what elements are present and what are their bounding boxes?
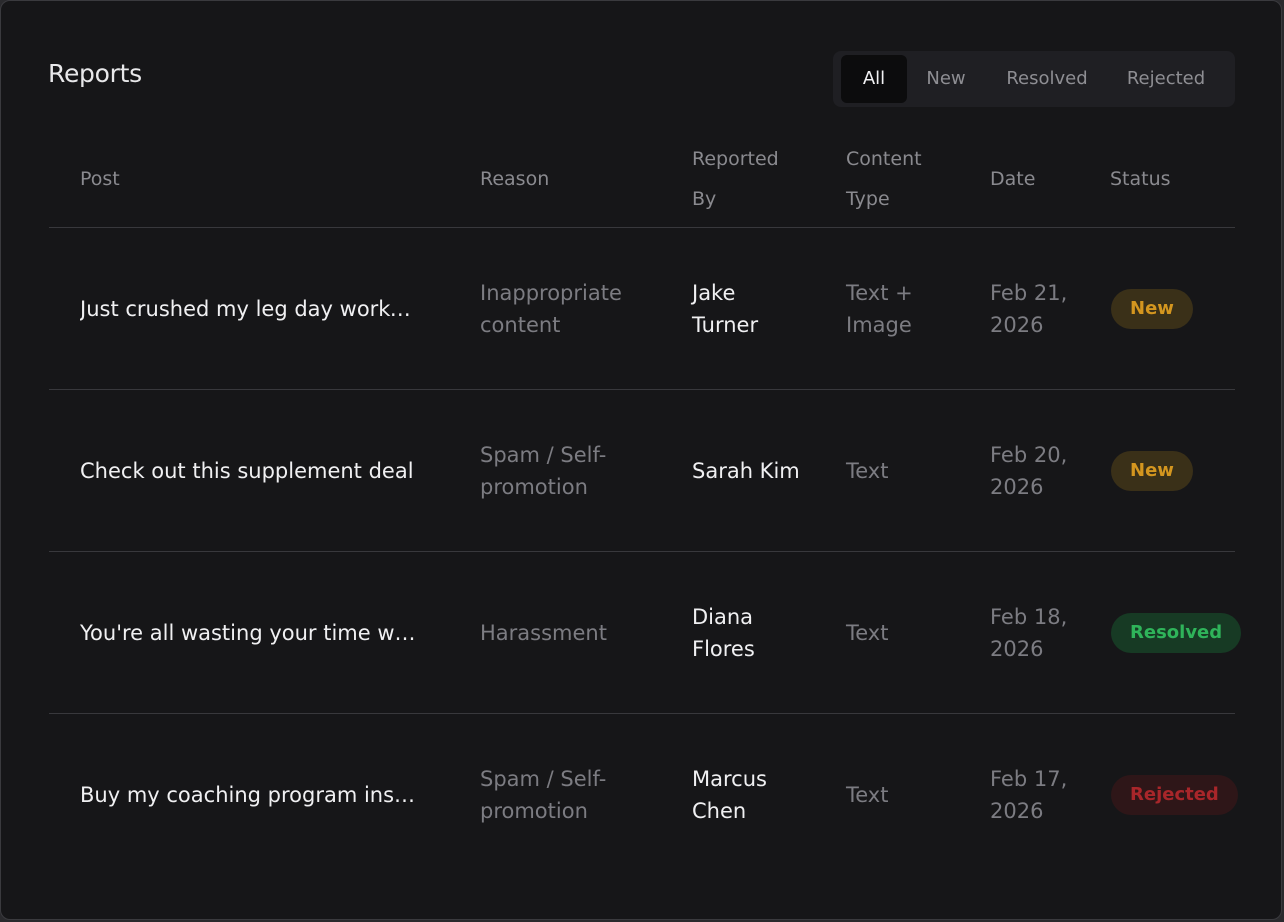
post-cell: You're all wasting your time with this	[80, 552, 420, 713]
content-type-cell: Text	[846, 458, 889, 483]
table-row[interactable]: Just crushed my leg day workout today In…	[49, 228, 1235, 390]
post-preview: You're all wasting your time with this	[80, 620, 420, 645]
table-header: Post Reason Reported By Content Type Dat…	[49, 131, 1235, 228]
date-cell: Feb 20, 2026	[990, 442, 1068, 499]
column-header-status: Status	[1110, 168, 1171, 190]
reports-panel: Reports All New Resolved Rejected Post R…	[0, 0, 1282, 920]
content-type-cell: Text	[846, 782, 889, 807]
status-badge: Resolved	[1111, 612, 1242, 653]
post-preview: Buy my coaching program instead	[80, 782, 420, 807]
status-cell: New	[1111, 390, 1235, 551]
status-cell: New	[1111, 228, 1235, 389]
reason-cell: Inappropriate content	[480, 280, 622, 337]
date-cell: Feb 17, 2026	[990, 766, 1068, 823]
status-badge: Rejected	[1111, 774, 1238, 815]
column-header-date: Date	[990, 168, 1036, 190]
column-header-reported-by: Reported By	[692, 148, 779, 210]
tab-new[interactable]: New	[913, 55, 979, 103]
reports-table: Post Reason Reported By Content Type Dat…	[49, 131, 1242, 875]
post-preview: Just crushed my leg day workout today	[80, 296, 420, 321]
reported-by-cell: Jake Turner	[692, 280, 759, 337]
column-header-reason: Reason	[480, 168, 550, 190]
column-header-content-type: Content Type	[846, 148, 922, 210]
status-badge: New	[1111, 450, 1193, 491]
tab-resolved[interactable]: Resolved	[993, 55, 1101, 103]
status-cell: Rejected	[1111, 714, 1238, 875]
post-cell: Buy my coaching program instead	[80, 714, 420, 875]
status-cell: Resolved	[1111, 552, 1242, 713]
tab-all[interactable]: All	[841, 55, 907, 103]
table-row[interactable]: Buy my coaching program instead Spam / S…	[49, 714, 1238, 875]
status-filter-tabs: All New Resolved Rejected	[833, 51, 1235, 107]
date-cell: Feb 21, 2026	[990, 280, 1068, 337]
reported-by-cell: Sarah Kim	[692, 458, 800, 483]
status-badge: New	[1111, 288, 1193, 329]
content-type-cell: Text	[846, 620, 889, 645]
date-cell: Feb 18, 2026	[990, 604, 1068, 661]
reason-cell: Spam / Self-promotion	[480, 442, 607, 499]
reported-by-cell: Diana Flores	[692, 604, 755, 661]
tab-rejected[interactable]: Rejected	[1115, 55, 1217, 103]
table-row[interactable]: You're all wasting your time with this H…	[49, 552, 1242, 714]
reason-cell: Harassment	[480, 620, 607, 645]
post-cell: Just crushed my leg day workout today	[80, 228, 420, 389]
post-cell: Check out this supplement deal	[80, 390, 420, 551]
page-title: Reports	[48, 59, 142, 88]
post-preview: Check out this supplement deal	[80, 458, 414, 483]
table-row[interactable]: Check out this supplement deal Spam / Se…	[49, 390, 1235, 552]
reason-cell: Spam / Self-promotion	[480, 766, 607, 823]
content-type-cell: Text + Image	[846, 280, 913, 337]
column-header-post: Post	[80, 168, 120, 190]
reported-by-cell: Marcus Chen	[692, 766, 767, 823]
